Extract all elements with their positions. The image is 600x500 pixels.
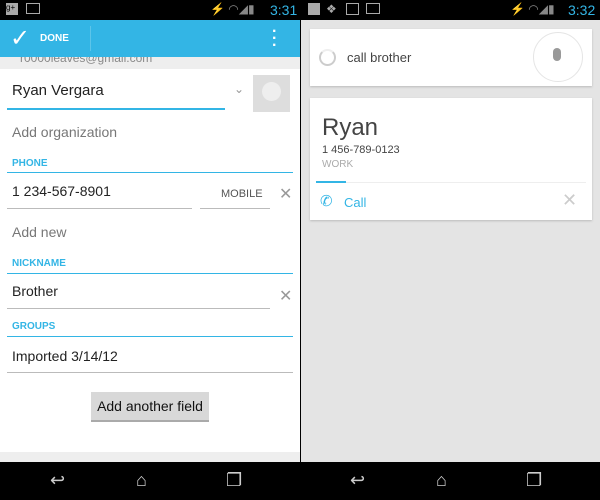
google-plus-icon <box>308 3 320 15</box>
organization-field[interactable]: Add organization <box>12 124 117 140</box>
gallery-icon <box>346 3 359 15</box>
google-plus-icon: g+ <box>6 3 18 15</box>
status-bar-right: ❖ ⚡ ◠◢▮ 3:32 <box>300 0 600 20</box>
wifi-signal-battery-icon: ⚡ ◠◢▮ <box>510 2 555 16</box>
cancel-icon[interactable]: ✕ <box>562 190 577 211</box>
divider <box>90 26 91 51</box>
divider <box>200 208 270 209</box>
google-now-screen: call brother Ryan 1 456-789-0123 WORK ✆ … <box>301 20 600 462</box>
loading-spinner-icon <box>319 49 336 66</box>
status-bar-left: g+ ⚡ ◠◢▮ 3:31 <box>0 0 300 20</box>
gmail-icon <box>26 3 40 14</box>
add-new-link[interactable]: Add new <box>12 224 66 240</box>
chevron-down-icon[interactable]: ⌄ <box>234 82 244 96</box>
contact-type: WORK <box>322 159 354 170</box>
dropbox-icon: ❖ <box>326 2 337 16</box>
divider <box>7 372 293 373</box>
back-icon[interactable]: ↩ <box>350 470 365 491</box>
checkmark-icon: ✓ <box>10 25 31 52</box>
done-label: DONE <box>40 33 69 44</box>
divider <box>316 182 586 183</box>
done-button[interactable]: ✓ DONE <box>0 20 90 57</box>
clock: 3:31 <box>270 2 298 18</box>
recents-icon[interactable]: ❐ <box>226 470 242 491</box>
home-icon[interactable]: ⌂ <box>136 470 147 491</box>
call-label: Call <box>344 195 367 210</box>
name-underline <box>7 108 225 110</box>
contact-number: 1 456-789-0123 <box>322 144 400 156</box>
wifi-signal-battery-icon: ⚡ ◠◢▮ <box>210 2 255 16</box>
search-query[interactable]: call brother <box>347 50 411 65</box>
phone-type-select[interactable]: MOBILE <box>221 188 263 200</box>
groups-header: GROUPS <box>12 321 56 332</box>
contact-result-card: Ryan 1 456-789-0123 WORK ✆ Call ✕ <box>310 98 592 220</box>
clock: 3:32 <box>568 2 596 18</box>
overflow-menu-icon[interactable]: · · · <box>272 24 277 54</box>
footer-strip <box>0 452 300 462</box>
countdown-progress <box>316 181 346 183</box>
account-row: r0000leaves@gmail.com <box>0 57 300 69</box>
recents-icon[interactable]: ❐ <box>526 470 542 491</box>
phone-header: PHONE <box>12 158 48 169</box>
divider <box>7 273 293 274</box>
divider <box>7 208 192 209</box>
navigation-bar: ↩ ⌂ ❐ ↩ ⌂ ❐ <box>0 462 600 500</box>
edit-contact-screen: r0000leaves@gmail.com ✓ DONE · · · Ryan Ve… <box>0 20 300 462</box>
divider <box>7 172 293 173</box>
microphone-icon <box>553 48 561 61</box>
account-email: r0000leaves@gmail.com <box>20 57 153 65</box>
divider <box>7 336 293 337</box>
groups-select[interactable]: Imported 3/14/12 <box>12 348 118 364</box>
home-icon[interactable]: ⌂ <box>436 470 447 491</box>
avatar-icon <box>262 82 281 101</box>
contact-name: Ryan <box>322 114 379 141</box>
divider <box>7 308 270 309</box>
search-card: call brother <box>310 29 592 86</box>
phone-icon: ✆ <box>320 193 333 210</box>
nickname-field[interactable]: Brother <box>12 283 58 299</box>
gmail-icon <box>366 3 380 14</box>
call-button[interactable]: ✆ Call <box>318 190 378 214</box>
back-icon[interactable]: ↩ <box>50 470 65 491</box>
remove-phone-icon[interactable]: ✕ <box>279 184 292 204</box>
phone-field[interactable]: 1 234-567-8901 <box>12 183 111 199</box>
remove-nickname-icon[interactable]: ✕ <box>279 286 292 306</box>
microphone-button[interactable] <box>533 32 583 82</box>
contact-photo[interactable] <box>253 75 290 112</box>
name-field[interactable]: Ryan Vergara <box>12 82 104 99</box>
add-another-field-button[interactable]: Add another field <box>91 392 209 422</box>
nickname-header: NICKNAME <box>12 258 66 269</box>
action-bar: ✓ DONE · · · <box>0 20 300 57</box>
